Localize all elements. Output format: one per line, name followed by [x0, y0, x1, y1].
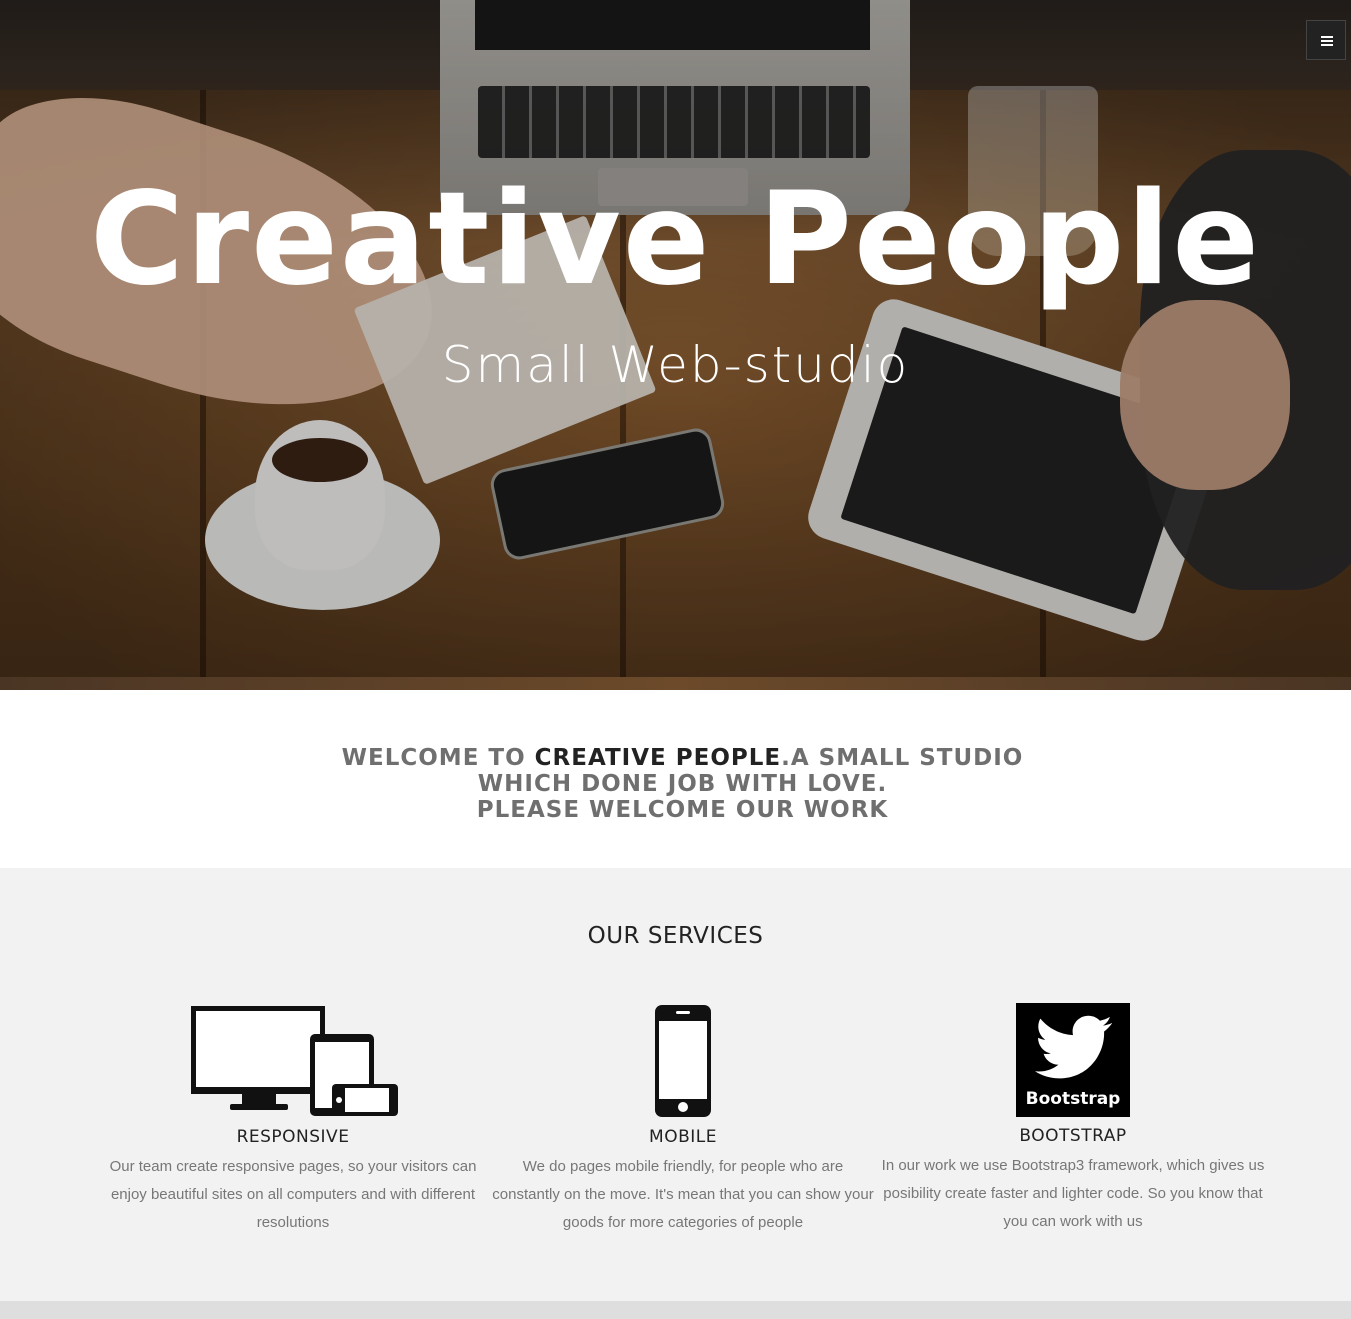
hamburger-menu-icon[interactable] — [1306, 20, 1346, 60]
welcome-line2: PLEASE WELCOME OUR WORK — [476, 797, 889, 823]
bootstrap-logo-text: Bootstrap — [1025, 1089, 1121, 1109]
welcome-brand: CREATIVE PEOPLE — [534, 745, 782, 771]
welcome-text: WELCOME TO CREATIVE PEOPLE.A SMALL STUDI… — [300, 745, 1065, 823]
service-name-bootstrap: BOOTSTRAP — [1019, 1126, 1127, 1146]
service-bootstrap: BOOTSTRAP In our work we use Bootstrap3 … — [878, 1126, 1268, 1236]
hero-bottom-edge — [0, 677, 1351, 690]
services-section: OUR SERVICES RESPONSIVE Our team create … — [0, 868, 1351, 1301]
hero-subtitle: Small Web-studio — [441, 336, 910, 394]
responsive-devices-icon — [191, 1006, 398, 1116]
hero-title: Creative People — [90, 165, 1261, 314]
service-name-mobile: MOBILE — [649, 1127, 717, 1147]
mobile-phone-icon — [655, 1005, 711, 1117]
services-title: OUR SERVICES — [587, 923, 764, 949]
bootstrap-twitter-icon: Bootstrap — [1016, 1003, 1130, 1117]
welcome-part1: WELCOME TO — [341, 745, 535, 771]
footer-strip — [0, 1301, 1351, 1319]
service-desc-responsive: Our team create responsive pages, so you… — [109, 1158, 477, 1231]
welcome-section: WELCOME TO CREATIVE PEOPLE.A SMALL STUDI… — [0, 690, 1351, 868]
hero-section: Creative People Small Web-studio — [0, 0, 1351, 690]
service-desc-bootstrap: In our work we use Bootstrap3 framework,… — [881, 1157, 1265, 1230]
service-desc-mobile: We do pages mobile friendly, for people … — [492, 1158, 874, 1231]
service-name-responsive: RESPONSIVE — [236, 1127, 350, 1147]
twitter-bird-icon — [1035, 1015, 1112, 1079]
service-responsive: RESPONSIVE Our team create responsive pa… — [98, 1127, 488, 1237]
service-mobile: MOBILE We do pages mobile friendly, for … — [488, 1127, 878, 1237]
